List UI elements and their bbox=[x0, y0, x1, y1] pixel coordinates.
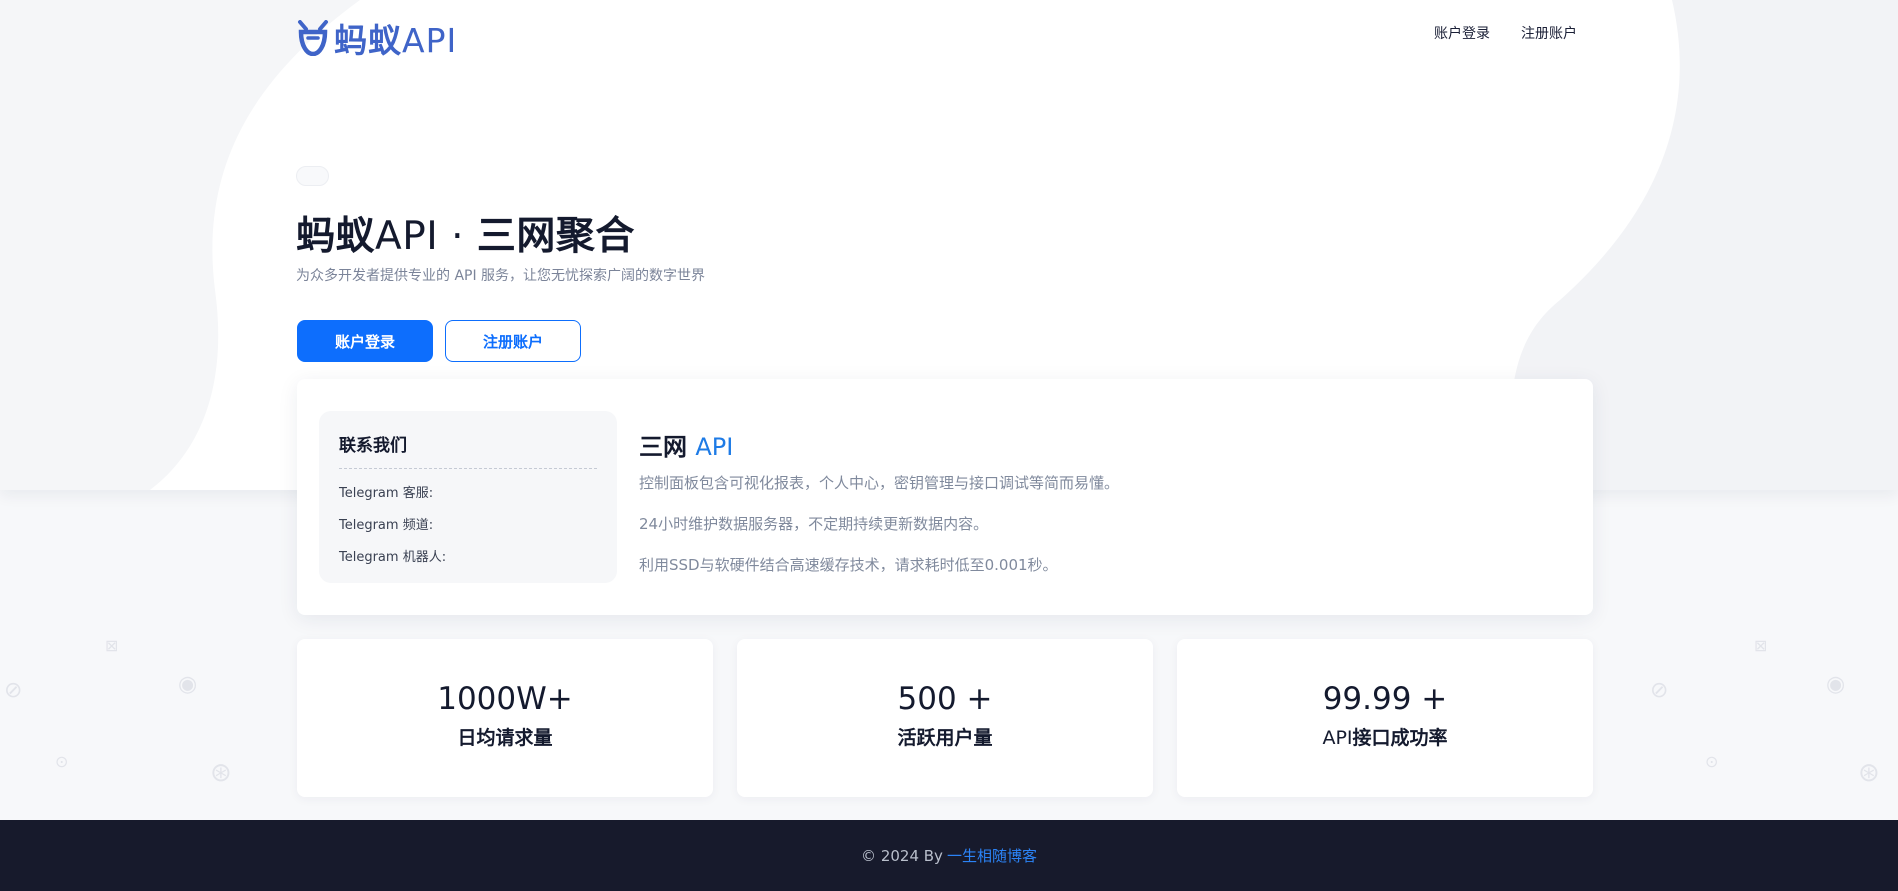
feature-panel: 三网 API 控制面板包含可视化报表，个人中心，密钥管理与接口调试等简而易懂。 … bbox=[639, 427, 1119, 575]
decorative-icon: ⊘ bbox=[1650, 678, 1669, 703]
decorative-icon: ⊠ bbox=[105, 636, 119, 655]
info-card: 联系我们 Telegram 客服: Telegram 频道: Telegram … bbox=[297, 379, 1593, 615]
site-logo[interactable]: 蚂蚁API bbox=[296, 14, 457, 62]
page-title: 蚂蚁API · 三网聚合 bbox=[296, 214, 635, 259]
stat-label: 日均请求量 bbox=[457, 727, 553, 749]
stat-label: API接口成功率 bbox=[1322, 727, 1448, 749]
footer-blog-link[interactable]: 一生相随博客 bbox=[947, 845, 1037, 866]
nav-login-link[interactable]: 账户登录 bbox=[1434, 23, 1490, 43]
telegram-bot[interactable]: Telegram 机器人: bbox=[339, 546, 597, 565]
telegram-channel[interactable]: Telegram 频道: bbox=[339, 514, 597, 533]
telegram-support[interactable]: Telegram 客服: bbox=[339, 482, 597, 501]
decorative-icon: ⊠ bbox=[1754, 636, 1768, 655]
login-button[interactable]: 账户登录 bbox=[297, 320, 433, 362]
contact-panel: 联系我们 Telegram 客服: Telegram 频道: Telegram … bbox=[319, 411, 617, 583]
decorative-icon: ⊙ bbox=[1705, 752, 1719, 771]
page-subtitle: 为众多开发者提供专业的 API 服务，让您无忧探索广阔的数字世界 bbox=[296, 268, 706, 284]
decorative-icon: ◉ bbox=[178, 672, 198, 697]
feature-line: 24小时维护数据服务器，不定期持续更新数据内容。 bbox=[639, 515, 989, 533]
stat-card-active-users: 500 + 活跃用户量 bbox=[737, 639, 1153, 797]
ant-logo-icon bbox=[298, 20, 328, 56]
top-nav: 账户登录 注册账户 bbox=[1434, 23, 1577, 43]
stat-card-daily-requests: 1000W+ 日均请求量 bbox=[297, 639, 713, 797]
stat-label: 活跃用户量 bbox=[897, 727, 993, 749]
hero-badge bbox=[296, 166, 329, 186]
feature-line: 利用SSD与软硬件结合高速缓存技术，请求耗时低至0.001秒。 bbox=[639, 556, 1058, 574]
copyright-text: © 2024 By bbox=[861, 846, 943, 865]
decorative-icon: ⊛ bbox=[1858, 758, 1880, 788]
decorative-icon: ⊙ bbox=[55, 752, 69, 771]
stat-value: 500 + bbox=[897, 681, 993, 717]
feature-line: 控制面板包含可视化报表，个人中心，密钥管理与接口调试等简而易懂。 bbox=[639, 474, 1120, 492]
register-button[interactable]: 注册账户 bbox=[445, 320, 581, 362]
nav-register-link[interactable]: 注册账户 bbox=[1521, 23, 1577, 43]
stat-value: 99.99 + bbox=[1322, 681, 1448, 717]
stat-value: 1000W+ bbox=[437, 681, 573, 717]
logo-text: 蚂蚁API bbox=[334, 21, 458, 60]
feature-title: 三网 API bbox=[639, 433, 734, 461]
decorative-icon: ◉ bbox=[1826, 672, 1846, 697]
decorative-icon: ⊛ bbox=[210, 758, 232, 788]
decorative-icon: ⊘ bbox=[4, 678, 23, 703]
contact-title: 联系我们 bbox=[339, 431, 597, 469]
stat-card-success-rate: 99.99 + API接口成功率 bbox=[1177, 639, 1593, 797]
footer: © 2024 By 一生相随博客 bbox=[0, 820, 1898, 891]
